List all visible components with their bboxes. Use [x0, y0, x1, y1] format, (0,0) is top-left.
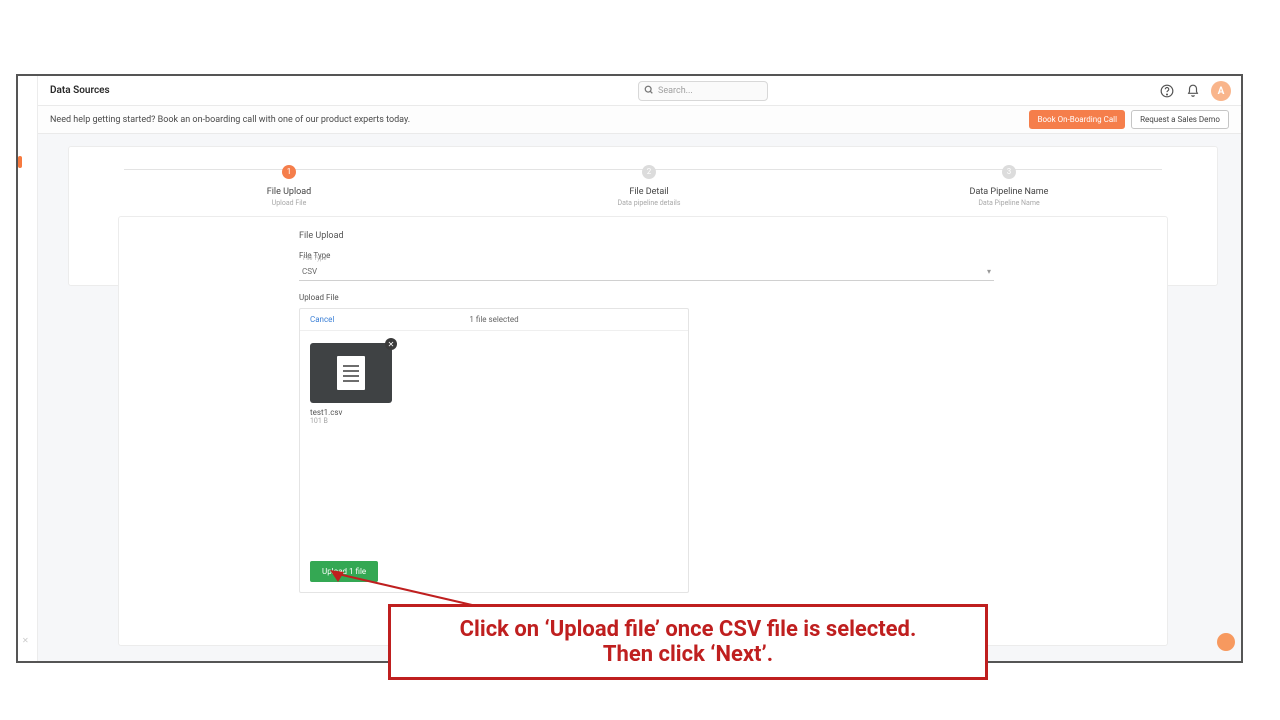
step-label: Data Pipeline Name [929, 187, 1089, 197]
search-input[interactable]: Search... [638, 81, 768, 101]
search-placeholder: Search... [658, 86, 693, 96]
file-thumbnail: ✕ test1.csv 101 B [310, 343, 392, 425]
page-title: Data Sources [50, 85, 110, 96]
remove-file-icon[interactable]: ✕ [385, 338, 397, 350]
request-demo-button[interactable]: Request a Sales Demo [1131, 110, 1229, 129]
upload-file-button[interactable]: Upload 1 file [310, 561, 378, 582]
file-upload-area: Cancel 1 file selected ✕ test1.csv 101 B [299, 308, 689, 593]
dismiss-icon[interactable]: ✕ [22, 636, 29, 645]
step-sublabel: Data Pipeline Name [929, 199, 1089, 207]
document-icon [337, 356, 365, 390]
upload-file-label: Upload File [299, 293, 999, 302]
step-sublabel: Data pipeline details [569, 199, 729, 207]
step-number: 2 [642, 165, 656, 179]
file-type-value: CSV [302, 267, 317, 276]
file-type-label: File Type [299, 251, 999, 260]
step-number: 3 [1002, 165, 1016, 179]
search-icon [644, 85, 654, 98]
upload-area-header: Cancel 1 file selected [300, 309, 688, 331]
app-header: Data Sources Search... A [38, 76, 1241, 106]
bell-icon[interactable] [1185, 83, 1201, 99]
file-name: test1.csv [310, 408, 392, 417]
file-preview[interactable]: ✕ [310, 343, 392, 403]
cancel-upload-link[interactable]: Cancel [310, 315, 334, 324]
file-type-inner-label: File Type [303, 255, 327, 262]
instruction-callout: Click on ‘Upload file’ once CSV file is … [388, 604, 988, 680]
step-label: File Detail [569, 187, 729, 197]
banner-message: Need help getting started? Book an on-bo… [50, 115, 410, 125]
callout-line2: Then click ‘Next’. [603, 642, 773, 667]
sidebar [18, 76, 38, 661]
book-onboarding-button[interactable]: Book On-Boarding Call [1029, 110, 1125, 129]
upload-form-card: File Upload File Type File Type CSV ▾ Up… [118, 216, 1168, 646]
chevron-down-icon: ▾ [987, 267, 991, 276]
step-file-detail[interactable]: 2 File Detail Data pipeline details [569, 165, 729, 207]
sidebar-active-indicator [18, 156, 22, 168]
file-size: 101 B [310, 417, 392, 425]
callout-line1: Click on ‘Upload file’ once CSV file is … [460, 617, 917, 642]
file-type-select[interactable]: CSV ▾ [299, 263, 994, 281]
step-file-upload[interactable]: 1 File Upload Upload File [209, 165, 369, 207]
step-label: File Upload [209, 187, 369, 197]
avatar[interactable]: A [1211, 81, 1231, 101]
section-title: File Upload [299, 231, 999, 241]
header-actions: A [1159, 76, 1231, 106]
help-icon[interactable] [1159, 83, 1175, 99]
step-number: 1 [282, 165, 296, 179]
onboarding-banner: Need help getting started? Book an on-bo… [38, 106, 1241, 134]
chat-bubble-icon[interactable] [1217, 633, 1235, 651]
selected-file-count: 1 file selected [469, 315, 518, 324]
step-pipeline-name[interactable]: 3 Data Pipeline Name Data Pipeline Name [929, 165, 1089, 207]
step-sublabel: Upload File [209, 199, 369, 207]
app-frame: Data Sources Search... A Need help getti… [16, 74, 1243, 663]
